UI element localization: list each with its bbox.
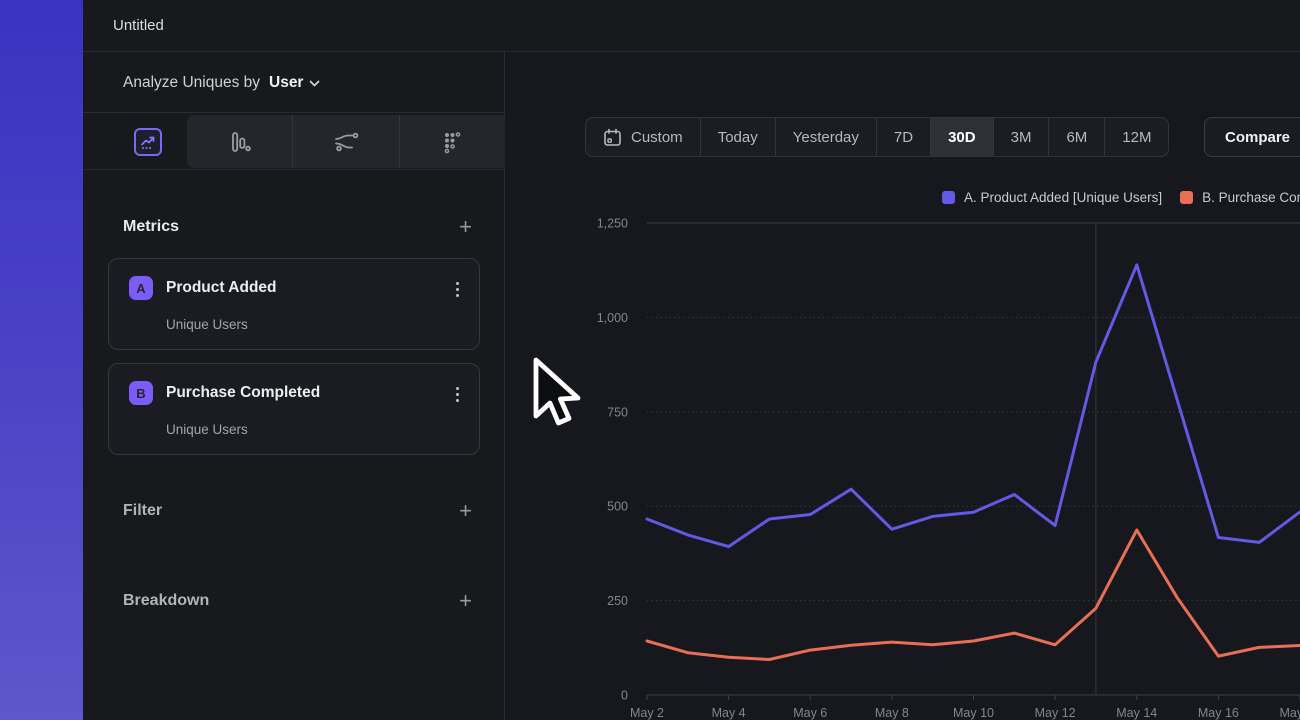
tab-insights[interactable]: [109, 115, 187, 168]
funnels-icon: [228, 130, 252, 154]
flows-icon: [333, 130, 359, 154]
range-today[interactable]: Today: [700, 118, 775, 156]
breakdown-heading: Breakdown: [123, 592, 209, 610]
metric-badge-a: A: [129, 276, 153, 300]
report-title[interactable]: Untitled: [113, 0, 164, 52]
range-label: Custom: [631, 129, 683, 146]
metric-name: Purchase Completed: [166, 384, 320, 402]
line-chart[interactable]: 0 250 500 750 1,000 1,250 May 2 May 4 May 6 May 8…: [505, 180, 1300, 720]
chevron-down-icon: [309, 80, 320, 87]
breakdown-section-header: Breakdown +: [123, 592, 472, 610]
metric-name: Product Added: [166, 279, 277, 297]
analyze-label: Analyze Uniques by: [123, 74, 260, 92]
range-12m[interactable]: 12M: [1104, 118, 1168, 156]
compare-button[interactable]: Compare: [1204, 117, 1300, 157]
x-axis-label: May 12: [1035, 706, 1076, 720]
top-bar: Untitled: [83, 0, 1300, 52]
metric-measurement[interactable]: Unique Users: [166, 422, 248, 437]
x-axis-label: May 10: [953, 706, 994, 720]
add-metric-button[interactable]: +: [459, 219, 472, 235]
series-line: [647, 530, 1300, 660]
metric-card-a[interactable]: A Product Added Unique Users: [108, 258, 480, 350]
tab-funnels[interactable]: [187, 115, 292, 168]
tab-retention[interactable]: [399, 115, 505, 168]
metric-card-b[interactable]: B Purchase Completed Unique Users: [108, 363, 480, 455]
x-axis-label: May 14: [1116, 706, 1157, 720]
add-filter-button[interactable]: +: [459, 503, 472, 519]
report-type-tabbar: [83, 113, 504, 170]
date-range-selector: Custom Today Yesterday 7D 30D 3M 6M 12M: [585, 117, 1169, 157]
series-line: [647, 265, 1300, 547]
range-3m[interactable]: 3M: [993, 118, 1049, 156]
analyze-row: Analyze Uniques by User: [83, 52, 504, 113]
metric-menu-button[interactable]: [456, 387, 459, 402]
retention-icon: [440, 130, 464, 154]
insights-icon: [134, 128, 162, 156]
range-7d[interactable]: 7D: [876, 118, 930, 156]
metric-menu-button[interactable]: [456, 282, 459, 297]
metrics-heading: Metrics: [123, 218, 179, 236]
y-axis-label: 250: [607, 594, 628, 608]
y-axis-label: 750: [607, 405, 628, 419]
y-axis-label: 1,250: [597, 217, 628, 231]
range-6m[interactable]: 6M: [1048, 118, 1104, 156]
y-axis-label: 1,000: [597, 311, 628, 325]
query-sidebar: Analyze Uniques by User: [83, 52, 505, 720]
x-axis-label: May 18: [1280, 706, 1300, 720]
report-type-tabs: [187, 115, 505, 168]
filter-heading: Filter: [123, 502, 162, 520]
analyze-by-dropdown[interactable]: User: [269, 74, 320, 92]
range-30d-selected[interactable]: 30D: [930, 118, 993, 156]
calendar-icon: [603, 128, 622, 147]
metric-measurement[interactable]: Unique Users: [166, 317, 248, 332]
x-axis-label: May 4: [712, 706, 746, 720]
y-axis-label: 0: [621, 689, 628, 703]
x-axis-label: May 6: [793, 706, 827, 720]
x-axis-label: May 16: [1198, 706, 1239, 720]
chart-canvas: 0 250 500 750 1,000 1,250 May 2 May 4 May 6 May 8…: [505, 180, 1300, 720]
range-yesterday[interactable]: Yesterday: [775, 118, 876, 156]
y-axis-label: 500: [607, 500, 628, 514]
tab-flows[interactable]: [292, 115, 398, 168]
app-window: Untitled Analyze Uniques by User: [0, 0, 1300, 720]
analyze-by-value: User: [269, 74, 303, 92]
x-axis-label: May 8: [875, 706, 909, 720]
metrics-section-header: Metrics +: [123, 218, 472, 236]
filter-section-header: Filter +: [123, 502, 472, 520]
metric-badge-b: B: [129, 381, 153, 405]
range-custom[interactable]: Custom: [586, 118, 700, 156]
brand-gradient-strip: [0, 0, 83, 720]
add-breakdown-button[interactable]: +: [459, 593, 472, 609]
x-axis-label: May 2: [630, 706, 664, 720]
